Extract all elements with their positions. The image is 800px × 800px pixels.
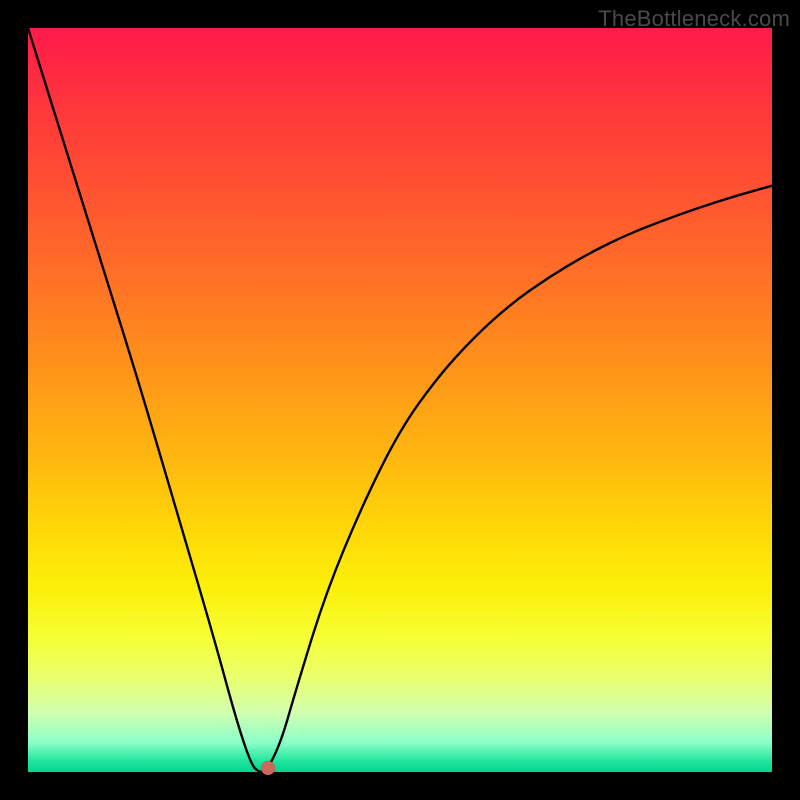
current-point-marker — [261, 761, 275, 775]
plot-area — [28, 28, 772, 772]
watermark-text: TheBottleneck.com — [598, 6, 790, 32]
chart-frame: TheBottleneck.com — [0, 0, 800, 800]
bottleneck-curve — [28, 28, 772, 772]
